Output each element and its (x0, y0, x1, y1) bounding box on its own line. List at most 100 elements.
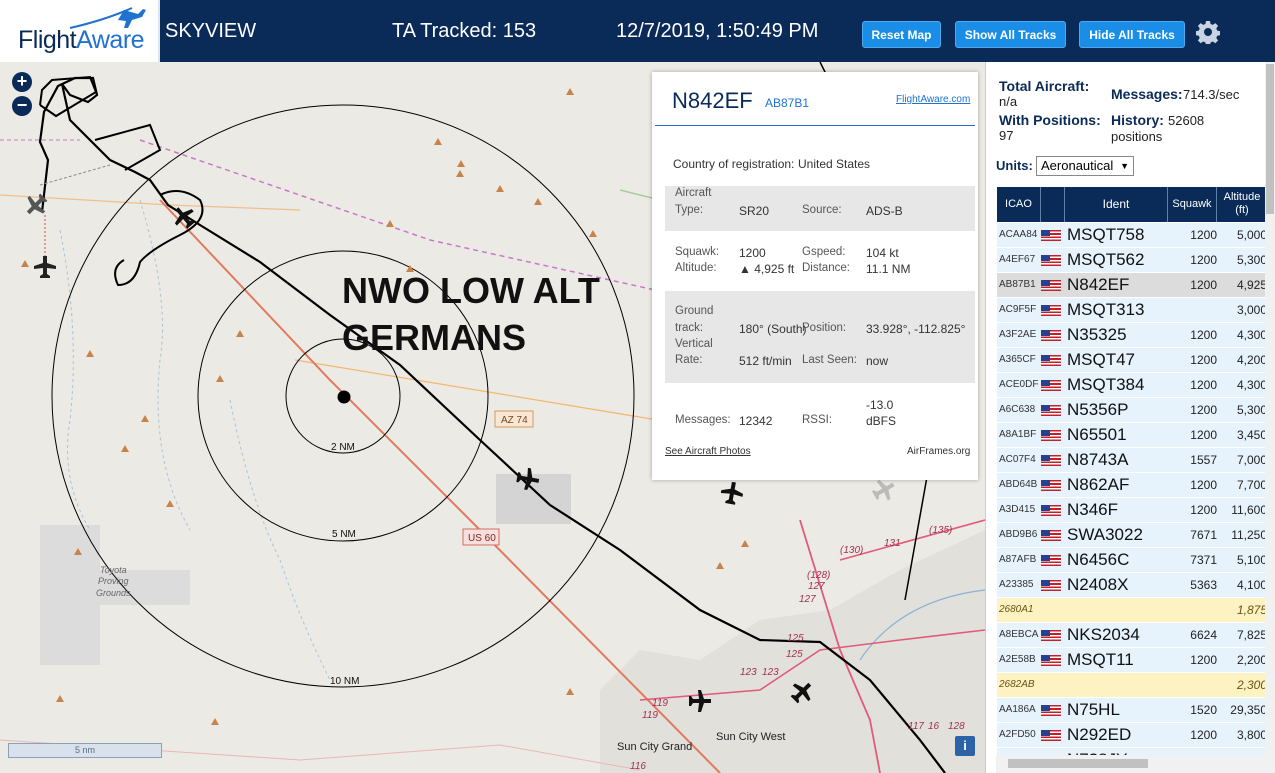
flag-icon (1041, 548, 1065, 572)
row-ident: N65501 (1067, 425, 1127, 444)
row-squawk: 6624 (1190, 628, 1217, 642)
clock: 12/7/2019, 1:50:49 PM (616, 20, 819, 42)
aircraft-icon[interactable] (34, 256, 56, 278)
col-altitude[interactable]: Altitude (ft) (1217, 187, 1267, 222)
svg-text:128: 128 (948, 721, 965, 732)
flag-icon (1041, 448, 1065, 472)
units-select[interactable]: Aeronautical ▼ (1036, 156, 1134, 176)
row-altitude: 11,250 (1231, 528, 1267, 542)
col-flag[interactable] (1041, 187, 1065, 222)
rate-value: 512 ft/min (739, 354, 792, 368)
altitude-value: ▲ 4,925 ft (739, 262, 795, 276)
row-icao: AA186A (999, 704, 1036, 715)
row-squawk: 1200 (1190, 503, 1217, 517)
row-icao: AC9F5F (999, 304, 1037, 315)
table-row[interactable]: A2FD50 N292ED 1200 3,800 (997, 722, 1267, 747)
wash-line-2 (139, 199, 191, 531)
row-icao: A2E58B (999, 654, 1036, 665)
table-row[interactable]: A87AFB N6456C 7371 5,100 (997, 547, 1267, 572)
zoom-out-button[interactable]: − (12, 96, 32, 116)
flag-icon (1041, 698, 1065, 722)
col-squawk[interactable]: Squawk (1168, 187, 1217, 222)
horizontal-scrollbar[interactable] (996, 755, 1265, 773)
col-icao[interactable]: ICAO (997, 187, 1041, 222)
messages-rate-value: 714.3/sec (1183, 87, 1240, 102)
row-ident: MSQT758 (1067, 225, 1145, 244)
table-row[interactable]: A8EBCA NKS2034 6624 7,825 (997, 622, 1267, 647)
row-squawk: 1200 (1190, 253, 1217, 267)
table-row[interactable]: 2682AB 2,300 (997, 672, 1267, 697)
toyota-proving-grounds-area (40, 525, 100, 665)
total-aircraft-value: n/a (999, 94, 1018, 109)
info-button[interactable]: i (955, 736, 975, 756)
flag-icon (1041, 673, 1065, 697)
flag-icon (1041, 423, 1065, 447)
row-squawk (1170, 598, 1217, 622)
table-row[interactable]: ACE0DF MSQT384 1200 4,300 (997, 372, 1267, 397)
squawk-value: 1200 (739, 246, 766, 260)
range-label-5nm: 5 NM (332, 529, 356, 540)
flightaware-logo[interactable]: FlightAware (0, 0, 160, 62)
country-label: Country of registration: (673, 157, 795, 171)
table-row[interactable]: A365CF MSQT47 1200 4,200 (997, 347, 1267, 372)
table-row[interactable]: ACAA84 MSQT758 1200 5,000 (997, 222, 1267, 247)
svg-text:117: 117 (908, 721, 924, 732)
table-row[interactable]: 2680A1 1,875 (997, 597, 1267, 622)
table-row[interactable]: AB87B1 N842EF 1200 4,925 (997, 272, 1267, 297)
units-label: Units: (996, 158, 1033, 173)
row-squawk (1170, 298, 1217, 322)
svg-text:127: 127 (808, 581, 825, 592)
distance-value: 11.1 NM (866, 262, 911, 276)
col-ident[interactable]: Ident (1065, 187, 1168, 222)
row-ident: MSQT384 (1067, 375, 1145, 394)
aircraft-icon[interactable] (719, 480, 744, 505)
svg-text:119: 119 (652, 698, 668, 709)
peak-markers (21, 88, 749, 725)
country-value: United States (798, 157, 871, 171)
hide-all-tracks-button[interactable]: Hide All Tracks (1079, 21, 1185, 48)
row-squawk: 7371 (1190, 553, 1217, 567)
table-row[interactable]: ABD64B N862AF 1200 7,700 (997, 472, 1267, 497)
zoom-in-button[interactable]: + (12, 72, 32, 92)
row-icao: ABD64B (999, 479, 1038, 490)
table-row[interactable]: A4EF67 MSQT562 1200 5,300 (997, 247, 1267, 272)
show-all-tracks-button[interactable]: Show All Tracks (955, 21, 1066, 48)
altitude-label: Altitude: (675, 262, 717, 274)
table-row[interactable]: AC07F4 N8743A 1557 7,000 (997, 447, 1267, 472)
type-label: Type: (675, 204, 704, 216)
table-row[interactable]: A3D415 N346F 1200 11,600 (997, 497, 1267, 522)
row-ident: N862AF (1067, 475, 1130, 494)
table-row[interactable]: A23385 N2408X 5363 4,100 (997, 572, 1267, 597)
squawk-label: Squawk: (675, 246, 720, 258)
messages-rate-label: Messages: (1111, 86, 1183, 102)
scrollbar-thumb[interactable] (1008, 759, 1148, 768)
vertical-scrollbar[interactable] (1265, 62, 1275, 773)
row-altitude: 5,300 (1236, 253, 1267, 267)
svg-text:125: 125 (787, 633, 804, 644)
scrollbar-thumb[interactable] (1266, 64, 1274, 214)
row-altitude: 3,000 (1236, 303, 1267, 317)
row-icao: 2682AB (999, 679, 1035, 690)
table-row[interactable]: ABD9B6 SWA3022 7671 11,250 (997, 522, 1267, 547)
flag-icon (1041, 398, 1065, 422)
table-row[interactable]: A6C638 N5356P 1200 5,300 (997, 397, 1267, 422)
row-squawk: 1200 (1190, 353, 1217, 367)
row-ident (1067, 598, 1172, 622)
table-row[interactable]: AC9F5F MSQT313 3,000 (997, 297, 1267, 322)
table-row[interactable]: A8A1BF N65501 1200 3,450 (997, 422, 1267, 447)
airframes-link[interactable]: AirFrames.org (907, 446, 970, 457)
table-row[interactable]: A2E58B MSQT11 1200 2,200 (997, 647, 1267, 672)
aircraft-icon[interactable] (20, 189, 51, 220)
table-row[interactable]: A3F2AE N35325 1200 4,300 (997, 322, 1267, 347)
source-value: ADS-B (866, 204, 903, 218)
aircraft-photos-link[interactable]: See Aircraft Photos (665, 446, 751, 457)
table-row[interactable]: AA186A N75HL 1520 29,350 (997, 697, 1267, 722)
row-squawk: 1200 (1190, 653, 1217, 667)
flightaware-link[interactable]: FlightAware.com (896, 94, 970, 105)
row-icao: A8EBCA (999, 629, 1039, 640)
reset-map-button[interactable]: Reset Map (862, 21, 941, 48)
with-positions-value: 97 (999, 128, 1014, 143)
track-dotted (39, 164, 111, 186)
gear-icon[interactable] (1195, 20, 1221, 46)
aircraft-detail-popup: N842EF AB87B1 FlightAware.com Country of… (652, 72, 978, 480)
